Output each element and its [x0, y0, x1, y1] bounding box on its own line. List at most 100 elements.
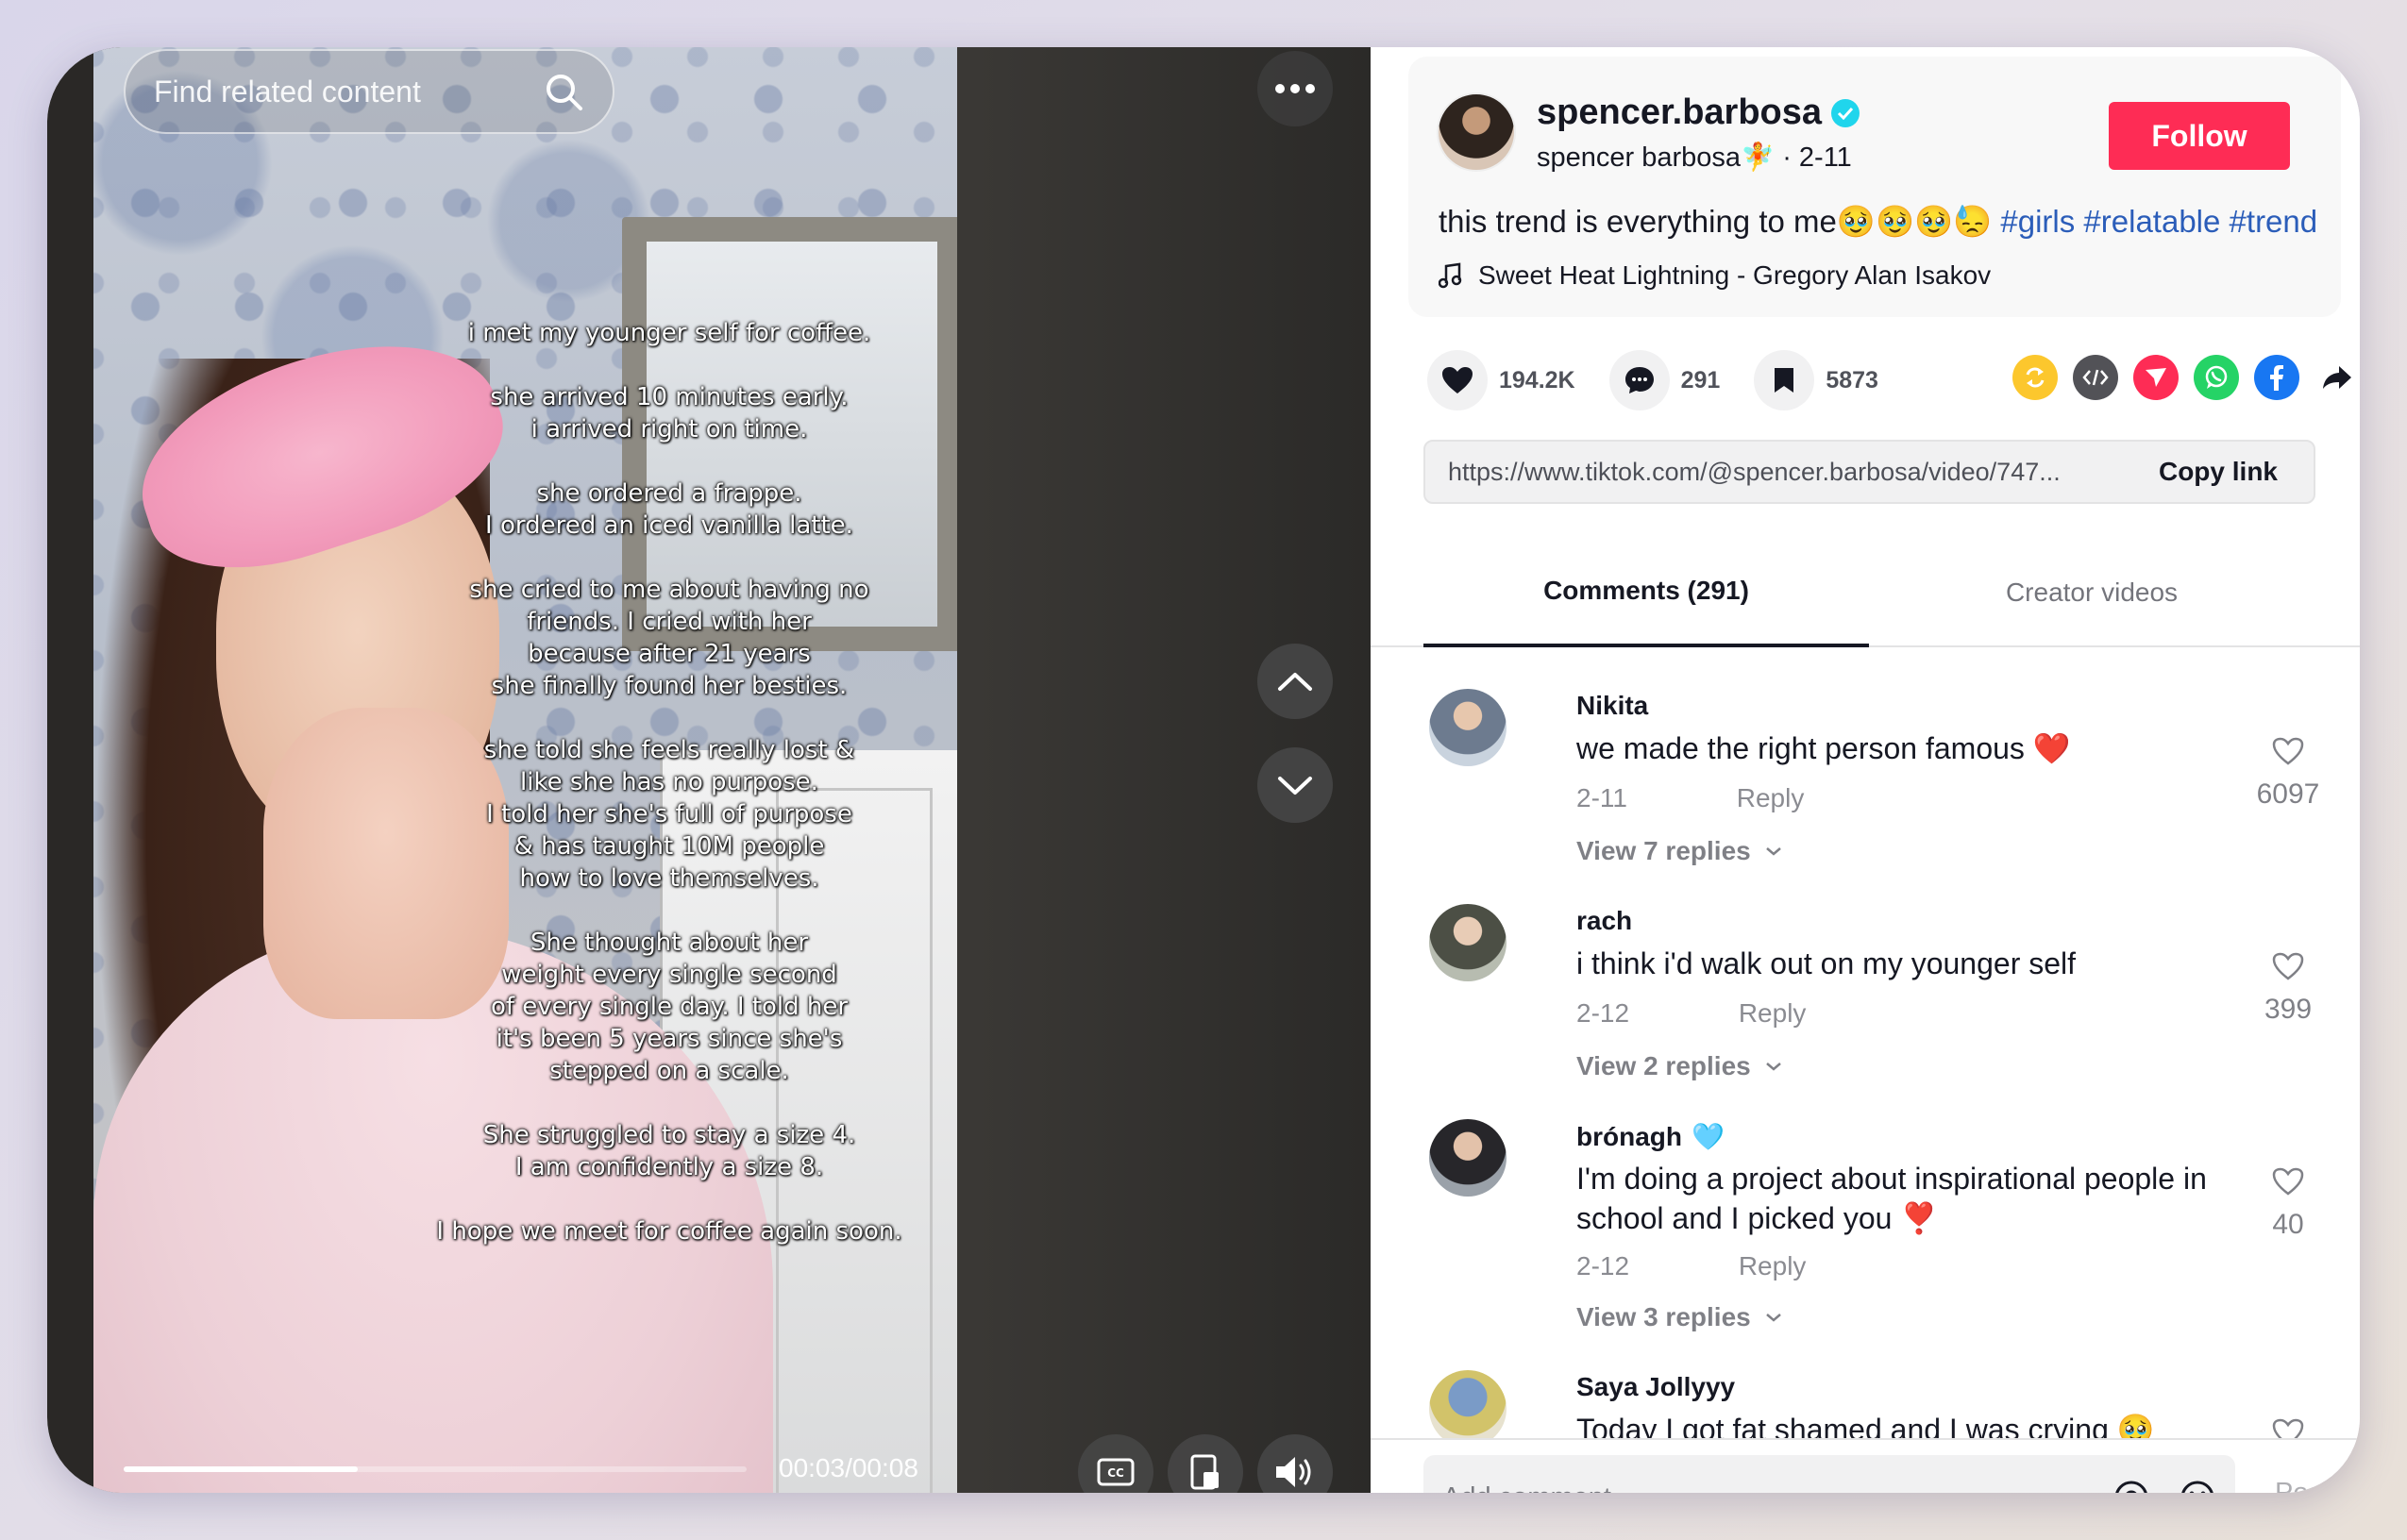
commenter-avatar[interactable]	[1429, 1370, 1506, 1438]
commenter-username[interactable]: Nikita	[1576, 691, 1648, 721]
commenter-username-text: rach	[1576, 906, 1633, 935]
app-window: i met my younger self for coffee. she ar…	[47, 47, 2360, 1493]
bookmark-icon	[1775, 368, 1794, 393]
commenter-username-text: brónagh	[1576, 1121, 1682, 1151]
view-replies-label: View 3 replies	[1576, 1302, 1751, 1331]
author-username[interactable]: spencer.barbosa	[1537, 92, 1860, 133]
comment-text: Today I got fat shamed and I was crying …	[1576, 1413, 2155, 1438]
share-arrow-icon	[2323, 366, 2351, 389]
previous-video-button[interactable]	[1257, 644, 1333, 719]
video-player[interactable]: i met my younger self for coffee. she ar…	[93, 47, 957, 1493]
comment-like[interactable]: 6097	[2231, 736, 2345, 811]
share-link-box: https://www.tiktok.com/@spencer.barbosa/…	[1423, 440, 2315, 504]
like-button[interactable]	[1427, 350, 1488, 410]
view-replies-button[interactable]: View 7 replies	[1576, 836, 1783, 866]
view-replies-button[interactable]: View 3 replies	[1576, 1302, 1783, 1332]
heart-outline-icon[interactable]	[2271, 1166, 2305, 1197]
heart-outline-icon[interactable]	[2271, 736, 2305, 766]
volume-button[interactable]	[1257, 1434, 1333, 1493]
view-replies-button[interactable]: View 2 replies	[1576, 1051, 1783, 1081]
search-icon[interactable]	[543, 71, 584, 112]
post-date: 2-11	[1798, 142, 1852, 173]
caption-text: this trend is everything to me🥹🥹🥹😓	[1439, 204, 1993, 239]
music-note-icon	[1439, 262, 1462, 289]
follow-button[interactable]: Follow	[2109, 102, 2290, 170]
more-options-button[interactable]	[1257, 51, 1333, 126]
hashtag-link[interactable]: #girls	[2000, 204, 2075, 239]
whatsapp-share-button[interactable]	[2194, 355, 2239, 400]
commenter-avatar[interactable]	[1429, 1119, 1506, 1197]
heart-outline-icon[interactable]	[2271, 951, 2305, 981]
author-username-text: spencer.barbosa	[1537, 92, 1823, 132]
hashtag-link[interactable]: #relatable	[2083, 204, 2220, 239]
emoji-icon[interactable]	[2179, 1479, 2216, 1493]
save-button[interactable]	[1754, 350, 1815, 410]
svg-text:CC: CC	[1107, 1466, 1124, 1480]
reply-button[interactable]: Reply	[1739, 998, 1807, 1028]
whatsapp-icon	[2205, 365, 2228, 389]
commenter-avatar[interactable]	[1429, 904, 1506, 981]
commenter-username[interactable]: rach	[1576, 906, 1632, 936]
comment-stat[interactable]: 291	[1608, 350, 1720, 410]
embed-button[interactable]	[2073, 355, 2118, 400]
comments-tabs: Comments (291) Creator videos	[1371, 538, 2360, 647]
comment-date: 2-12	[1576, 998, 1630, 1028]
comment-like[interactable]	[2231, 1417, 2345, 1438]
chevron-down-icon	[1765, 847, 1781, 856]
save-stat[interactable]: 5873	[1754, 350, 1878, 410]
comment-like[interactable]: 40	[2231, 1166, 2345, 1241]
commenter-avatar[interactable]	[1429, 689, 1506, 766]
details-pane: spencer.barbosa spencer barbosa🧚 · 2-11 …	[1371, 47, 2360, 1493]
heart-icon	[1442, 367, 1473, 393]
tab-creator-videos[interactable]: Creator videos	[1869, 538, 2314, 647]
view-replies-label: View 2 replies	[1576, 1051, 1751, 1080]
facebook-share-button[interactable]	[2254, 355, 2299, 400]
like-count: 194.2K	[1499, 366, 1575, 393]
copy-link-button[interactable]: Copy link	[2123, 457, 2314, 487]
view-replies-label: View 7 replies	[1576, 836, 1751, 865]
hashtag-link[interactable]: #trend	[2230, 204, 2318, 239]
captions-button[interactable]: CC	[1078, 1434, 1153, 1493]
share-buttons	[2012, 355, 2360, 400]
reply-button[interactable]: Reply	[1739, 1251, 1807, 1281]
comment-like-count: 399	[2264, 994, 2313, 1025]
video-progress-fill	[124, 1466, 358, 1472]
chevron-down-icon	[1278, 777, 1312, 795]
comment-like[interactable]: 399	[2231, 951, 2345, 1026]
comment-meta: 2-12 Reply	[1576, 998, 1806, 1029]
commenter-username[interactable]: brónagh 🩵	[1576, 1121, 1725, 1152]
author-display-name: spencer barbosa🧚	[1537, 142, 1776, 173]
share-link-text[interactable]: https://www.tiktok.com/@spencer.barbosa/…	[1425, 458, 2123, 487]
author-avatar[interactable]	[1437, 92, 1516, 172]
repost-icon	[2026, 367, 2045, 388]
music-link[interactable]: Sweet Heat Lightning - Gregory Alan Isak…	[1439, 260, 1991, 291]
tab-comments[interactable]: Comments (291)	[1423, 538, 1869, 647]
more-icon	[1275, 84, 1315, 93]
search-placeholder: Find related content	[154, 74, 421, 109]
mention-icon[interactable]	[2112, 1479, 2150, 1493]
reply-button[interactable]: Reply	[1737, 783, 1805, 812]
floating-player-button[interactable]	[1168, 1434, 1243, 1493]
post-comment-button[interactable]: Post	[2275, 1478, 2330, 1493]
comment-button[interactable]	[1608, 350, 1670, 410]
repost-button[interactable]	[2012, 355, 2058, 400]
commenter-username-text: Nikita	[1576, 691, 1649, 720]
add-comment-input[interactable]: Add comment...	[1423, 1455, 2235, 1493]
search-input[interactable]: Find related content	[124, 49, 614, 134]
like-stat[interactable]: 194.2K	[1427, 350, 1575, 410]
next-video-button[interactable]	[1257, 747, 1333, 823]
engagement-stats: 194.2K 291 5873	[1427, 347, 1912, 413]
video-overlay-text: i met my younger self for coffee. she ar…	[436, 319, 902, 1246]
chevron-down-icon	[1765, 1314, 1781, 1322]
save-count: 5873	[1826, 366, 1878, 393]
video-time: 00:03/00:08	[779, 1453, 918, 1482]
captions-icon: CC	[1097, 1458, 1135, 1486]
commenter-username[interactable]: Saya Jollyyy	[1576, 1372, 1735, 1402]
comment-list: Nikita we made the right person famous ❤…	[1371, 649, 2360, 1438]
heart-outline-icon[interactable]	[2271, 1417, 2305, 1438]
send-to-friends-button[interactable]	[2133, 355, 2179, 400]
comment-like-count: 6097	[2256, 778, 2320, 810]
more-share-button[interactable]	[2314, 355, 2360, 400]
music-title: Sweet Heat Lightning - Gregory Alan Isak…	[1478, 260, 1992, 290]
video-progress-bar[interactable]	[124, 1466, 747, 1472]
